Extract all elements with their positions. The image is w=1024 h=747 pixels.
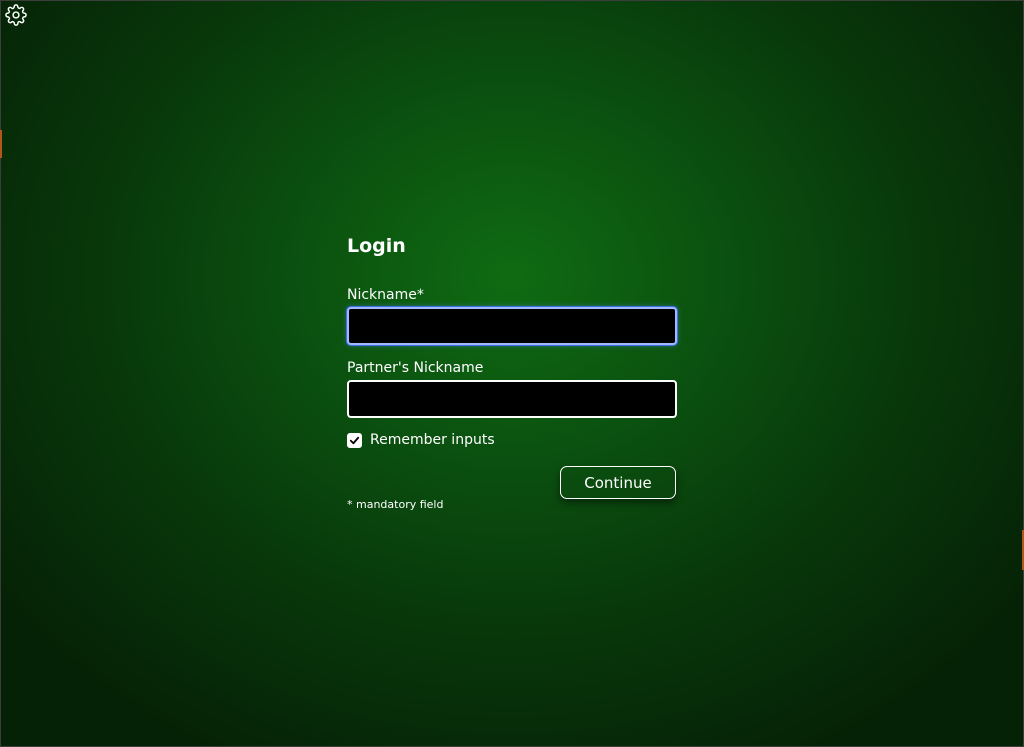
partner-nickname-input[interactable] bbox=[347, 380, 677, 418]
partner-nickname-label: Partner's Nickname bbox=[347, 360, 484, 376]
settings-button[interactable] bbox=[4, 3, 28, 27]
edge-marker bbox=[0, 130, 2, 158]
login-title: Login bbox=[347, 235, 406, 257]
remember-inputs-label: Remember inputs bbox=[370, 432, 495, 448]
gear-icon bbox=[5, 4, 27, 26]
remember-inputs-checkbox[interactable] bbox=[347, 432, 362, 448]
login-panel: Login Nickname* Partner's Nickname Remem… bbox=[347, 232, 677, 511]
mandatory-field-note: * mandatory field bbox=[347, 498, 444, 511]
nickname-input[interactable] bbox=[347, 307, 677, 345]
window-frame bbox=[0, 0, 1024, 747]
nickname-label: Nickname* bbox=[347, 287, 424, 303]
remember-inputs-option[interactable]: Remember inputs bbox=[347, 432, 495, 448]
checkmark-icon bbox=[349, 436, 360, 444]
continue-button[interactable]: Continue bbox=[560, 466, 676, 499]
